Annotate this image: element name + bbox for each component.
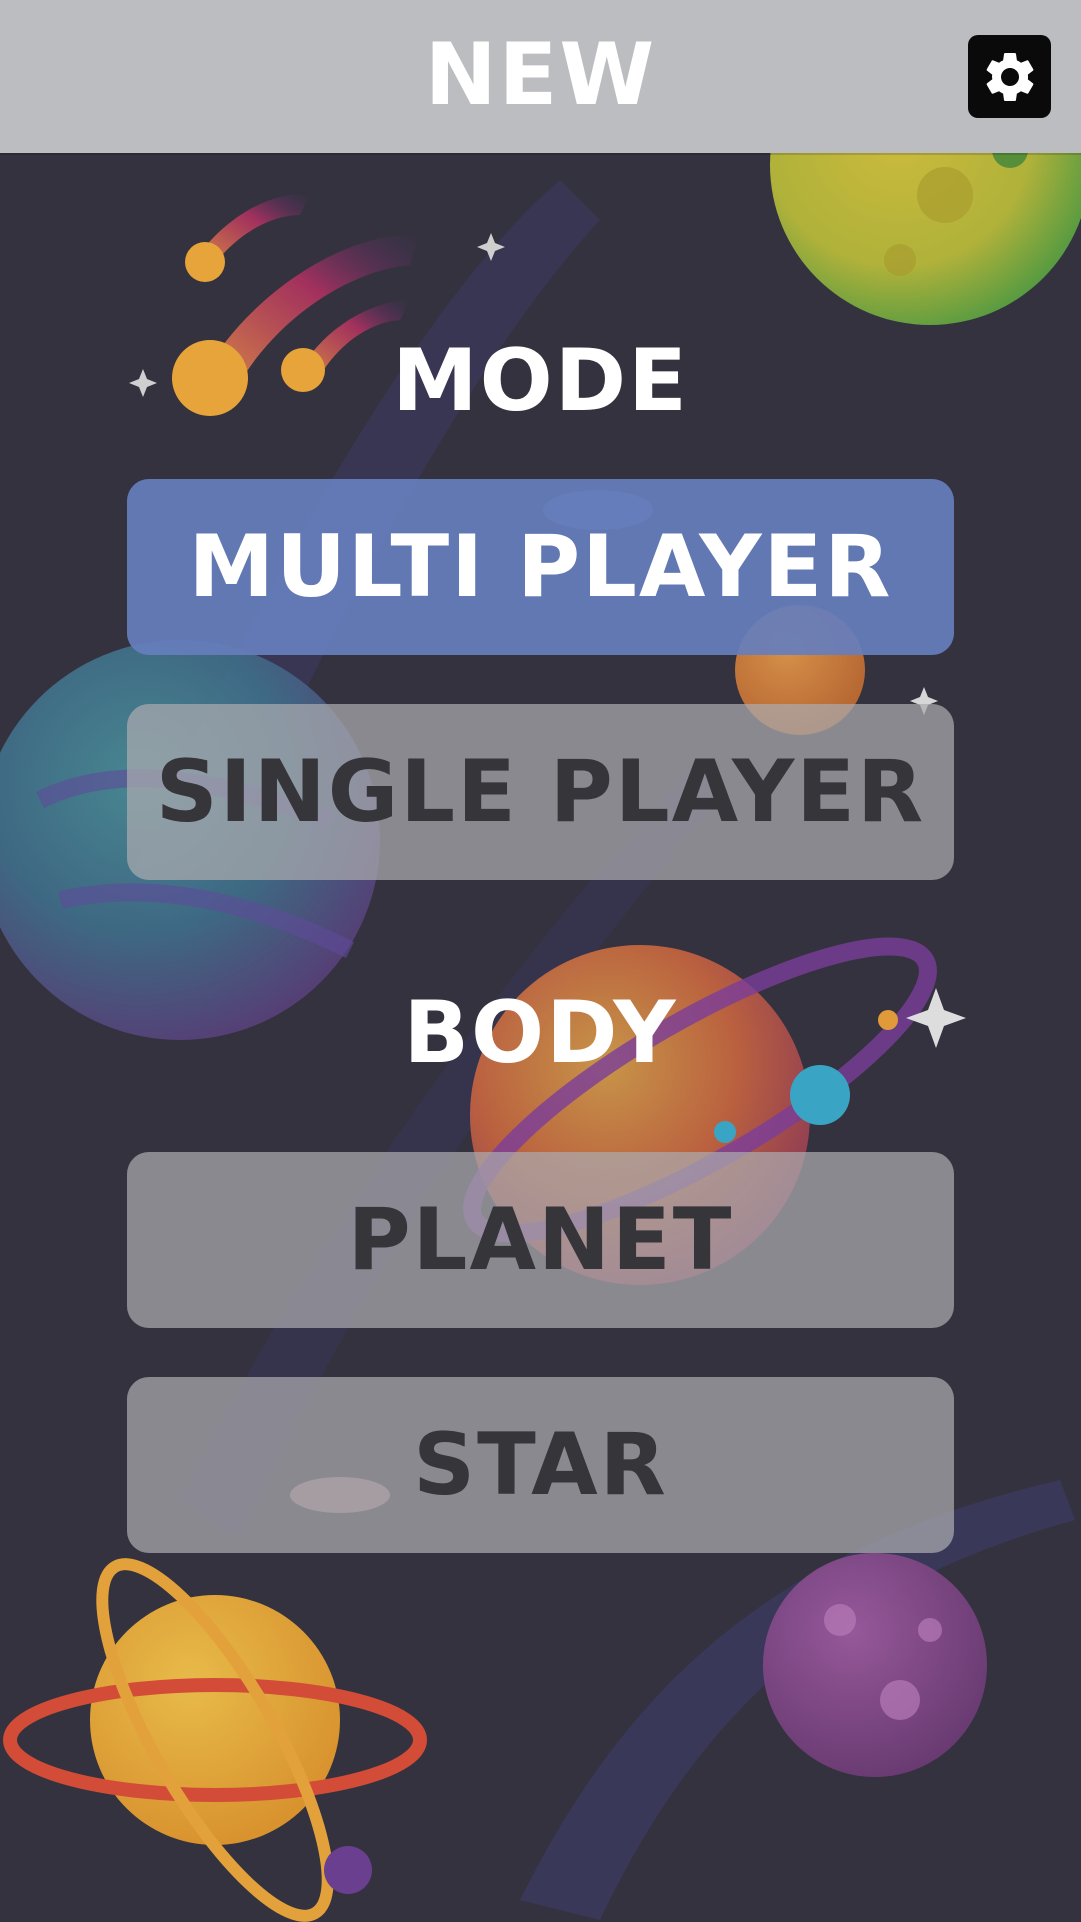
gear-icon (986, 52, 1033, 101)
space-background (0, 5, 1081, 1922)
settings-button[interactable] (968, 35, 1051, 118)
mode-heading: MODE (392, 331, 689, 431)
single-player-button[interactable]: SINGLE PLAYER (127, 704, 954, 880)
multi-player-button[interactable]: MULTI PLAYER (127, 479, 954, 655)
star-button[interactable]: STAR (127, 1377, 954, 1553)
star-label: STAR (413, 1415, 668, 1515)
single-player-label: SINGLE PLAYER (155, 742, 926, 842)
multi-player-label: MULTI PLAYER (188, 517, 893, 617)
planet-label: PLANET (347, 1190, 734, 1290)
body-heading: BODY (403, 983, 678, 1083)
planet-button[interactable]: PLANET (127, 1152, 954, 1328)
page-title: NEW (424, 25, 657, 125)
top-bar: NEW (0, 0, 1081, 153)
